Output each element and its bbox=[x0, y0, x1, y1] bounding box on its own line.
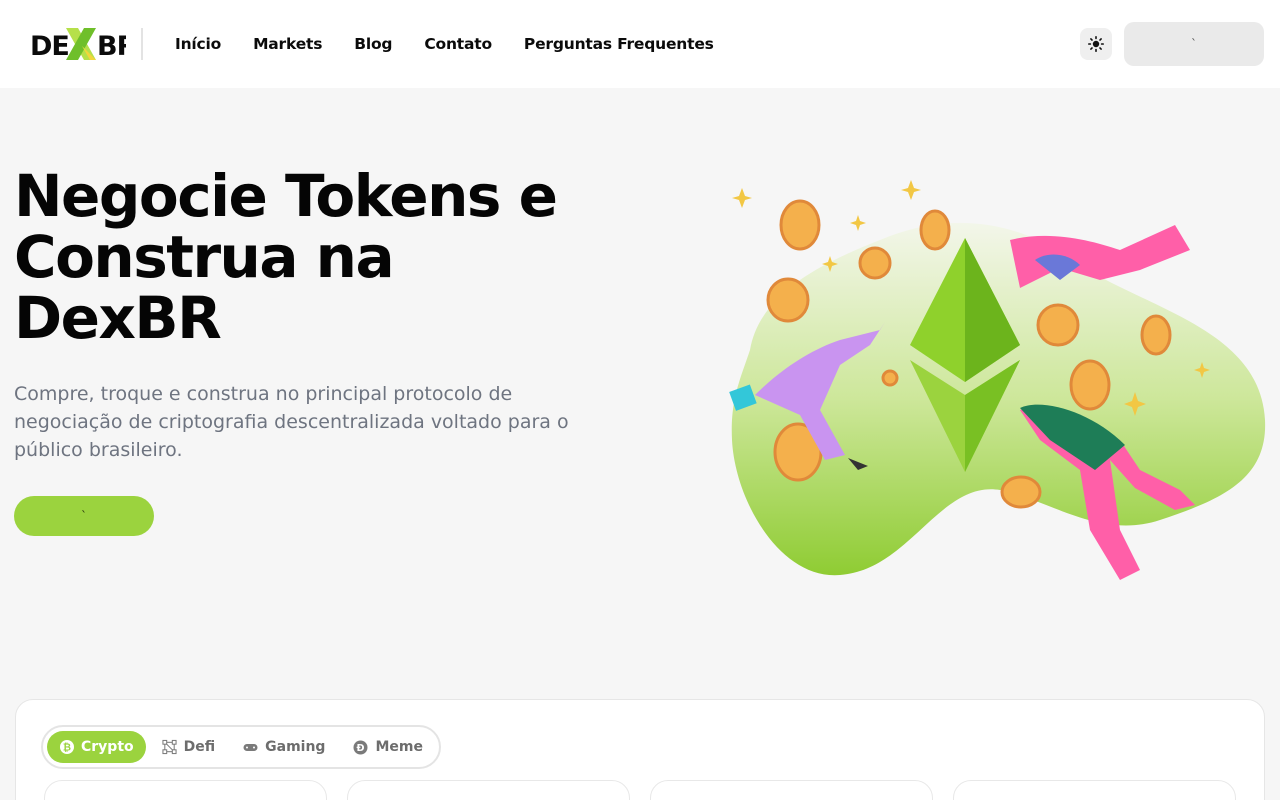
tab-meme[interactable]: Ð Meme bbox=[341, 731, 435, 763]
tab-gaming-label: Gaming bbox=[265, 739, 326, 755]
market-cards bbox=[44, 780, 1236, 800]
nav-item-blog[interactable]: Blog bbox=[354, 35, 392, 53]
dexbr-logo-mark: DE BR bbox=[30, 28, 126, 62]
network-icon bbox=[162, 739, 177, 755]
svg-text:DE: DE bbox=[30, 31, 69, 62]
markets-panel: ₿ Crypto Defi Gaming Ð Meme bbox=[15, 699, 1265, 800]
bitcoin-icon: ₿ bbox=[59, 740, 74, 755]
tab-defi[interactable]: Defi bbox=[150, 731, 228, 763]
logo-divider bbox=[141, 28, 143, 60]
ethereum-coins-illustration bbox=[729, 180, 1266, 580]
market-card[interactable] bbox=[44, 780, 327, 800]
market-card[interactable] bbox=[650, 780, 933, 800]
hero-subtitle: Compre, troque e construa no principal p… bbox=[14, 383, 569, 461]
market-card[interactable] bbox=[953, 780, 1236, 800]
sun-icon bbox=[1088, 36, 1104, 52]
theme-toggle-button[interactable] bbox=[1080, 28, 1112, 60]
market-card[interactable] bbox=[347, 780, 630, 800]
nav-item-contato[interactable]: Contato bbox=[424, 35, 492, 53]
tab-defi-label: Defi bbox=[183, 739, 216, 755]
main-nav: Início Markets Blog Contato Perguntas Fr… bbox=[175, 0, 714, 88]
svg-text:Ð: Ð bbox=[357, 743, 365, 754]
svg-text:₿: ₿ bbox=[62, 742, 70, 754]
tab-crypto-label: Crypto bbox=[81, 739, 134, 755]
gamepad-icon bbox=[243, 740, 258, 755]
hero-title: Negocie Tokens e Construa na DexBR bbox=[14, 162, 558, 352]
svg-text:BR: BR bbox=[97, 31, 126, 62]
dexbr-logo[interactable]: DE BR bbox=[30, 26, 126, 62]
tab-gaming[interactable]: Gaming bbox=[231, 731, 337, 763]
nav-item-markets[interactable]: Markets bbox=[253, 35, 322, 53]
connect-wallet-button[interactable]: ` bbox=[1124, 22, 1264, 66]
dogecoin-icon: Ð bbox=[353, 740, 368, 755]
tab-meme-label: Meme bbox=[375, 739, 423, 755]
hero-cta-button[interactable]: ` bbox=[14, 496, 154, 536]
site-header: DE BR Início Markets Blog Contato Pergun… bbox=[0, 0, 1280, 88]
nav-item-faq[interactable]: Perguntas Frequentes bbox=[524, 35, 714, 53]
tab-crypto[interactable]: ₿ Crypto bbox=[47, 731, 146, 763]
markets-tabs: ₿ Crypto Defi Gaming Ð Meme bbox=[41, 725, 441, 769]
nav-item-inicio[interactable]: Início bbox=[175, 35, 221, 53]
